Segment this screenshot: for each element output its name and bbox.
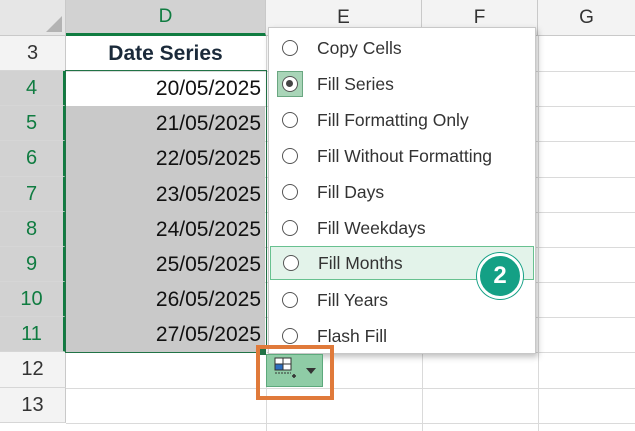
menu-item-label: Fill Months bbox=[318, 252, 403, 273]
row-header-7[interactable]: 7 bbox=[0, 177, 66, 212]
row-header-10[interactable]: 10 bbox=[0, 282, 66, 317]
menu-item-label: Flash Fill bbox=[317, 325, 388, 346]
menu-item-fill-without-formatting[interactable]: Fill Without Formatting bbox=[270, 139, 534, 173]
row-header-13[interactable]: 13 bbox=[0, 388, 66, 423]
menu-item-copy-cells[interactable]: Copy Cells bbox=[270, 31, 534, 65]
menu-item-fill-series[interactable]: Fill Series bbox=[270, 67, 534, 101]
radio-icon bbox=[282, 220, 298, 236]
row-header-12[interactable]: 12 bbox=[0, 352, 66, 388]
radio-icon bbox=[282, 292, 298, 308]
row-header-8[interactable]: 8 bbox=[0, 212, 66, 247]
radio-icon bbox=[282, 184, 298, 200]
column-header-d[interactable]: D bbox=[66, 0, 266, 36]
chevron-down-icon bbox=[306, 367, 316, 374]
menu-item-label: Fill Formatting Only bbox=[317, 109, 469, 130]
row-header-6[interactable]: 6 bbox=[0, 141, 66, 177]
radio-icon bbox=[282, 148, 298, 164]
radio-checked-icon bbox=[282, 76, 298, 92]
menu-item-fill-formatting-only[interactable]: Fill Formatting Only bbox=[270, 103, 534, 137]
selection-range-border bbox=[65, 70, 267, 353]
column-header-g[interactable]: G bbox=[538, 0, 635, 36]
radio-icon bbox=[282, 112, 298, 128]
radio-icon bbox=[282, 40, 298, 56]
autofill-options-menu: Copy Cells Fill Series Fill Formatting O… bbox=[268, 27, 536, 354]
menu-item-label: Fill Without Formatting bbox=[317, 145, 493, 166]
row-header-4[interactable]: 4 bbox=[0, 71, 66, 106]
menu-item-label: Fill Days bbox=[317, 181, 385, 202]
menu-item-fill-days[interactable]: Fill Days bbox=[270, 175, 534, 209]
step-number-badge: 2 bbox=[477, 253, 523, 299]
autofill-options-button[interactable] bbox=[266, 354, 323, 387]
row-header-9[interactable]: 9 bbox=[0, 247, 66, 282]
menu-item-label: Fill Weekdays bbox=[317, 217, 426, 238]
row-header-3[interactable]: 3 bbox=[0, 36, 66, 71]
row-header-5[interactable]: 5 bbox=[0, 106, 66, 141]
menu-item-label: Copy Cells bbox=[317, 37, 402, 58]
select-all-corner[interactable] bbox=[0, 0, 66, 36]
radio-icon bbox=[282, 328, 298, 344]
row-header-11[interactable]: 11 bbox=[0, 317, 66, 352]
menu-item-fill-weekdays[interactable]: Fill Weekdays bbox=[270, 211, 534, 245]
autofill-options-icon bbox=[274, 357, 300, 384]
menu-item-label: Fill Series bbox=[317, 73, 394, 94]
cell-d3[interactable]: Date Series bbox=[66, 36, 265, 71]
radio-icon bbox=[283, 255, 299, 271]
menu-item-label: Fill Years bbox=[317, 289, 389, 310]
